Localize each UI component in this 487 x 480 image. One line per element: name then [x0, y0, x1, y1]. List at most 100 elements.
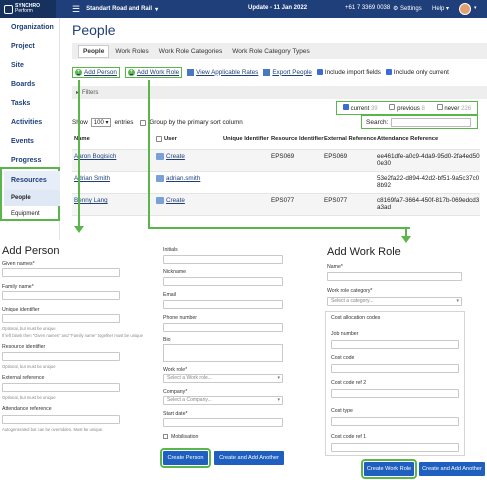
unique-identifier-input[interactable]: [2, 314, 120, 323]
group-by-checkbox[interactable]: [140, 119, 147, 126]
plus-icon: +: [75, 68, 82, 76]
filters-toggle[interactable]: ▸ Filters: [72, 86, 487, 99]
status-never-count: 226: [461, 106, 472, 112]
sidebar-item-activities[interactable]: Activities: [0, 113, 59, 132]
export-icon: [263, 68, 271, 76]
user-link[interactable]: adrian.smith: [166, 175, 200, 182]
add-person-label: Add Person: [84, 68, 117, 76]
initials-input[interactable]: [163, 255, 283, 264]
user-add-icon: [156, 197, 164, 204]
export-people-button[interactable]: Export People: [263, 68, 312, 76]
sidebar-item-organization[interactable]: Organization: [0, 18, 59, 37]
job-number-input[interactable]: [331, 340, 459, 349]
view-rates-button[interactable]: View Applicable Rates: [187, 68, 259, 76]
col-external[interactable]: External Reference: [324, 136, 377, 142]
project-chevron-icon[interactable]: ▾: [155, 6, 158, 13]
export-label: Export People: [272, 68, 312, 76]
resource-identifier-input[interactable]: [2, 352, 120, 361]
cost-code-ref2-input[interactable]: [331, 389, 459, 398]
given-names-input[interactable]: [2, 268, 120, 277]
initials-label: Initials: [163, 247, 178, 253]
cost-type-input[interactable]: [331, 417, 459, 426]
attendance-cell: 53e2fa22-d894-42d2-bf51-9a5c37c08b92: [377, 175, 480, 189]
family-name-input[interactable]: [2, 291, 120, 300]
attendance-reference-input[interactable]: [2, 415, 120, 424]
include-current-checkbox[interactable]: Include only current: [385, 69, 449, 76]
col-attendance[interactable]: Attendance Reference: [377, 136, 480, 142]
col-user[interactable]: User: [156, 135, 223, 142]
sidebar-sub-people[interactable]: People: [4, 190, 60, 206]
tab-work-role-categories[interactable]: Work Role Categories: [155, 46, 226, 57]
status-current-checkbox[interactable]: current 39: [342, 104, 378, 112]
role-create-another-button[interactable]: Create and Add Another: [419, 462, 485, 476]
add-person-button[interactable]: + Add Person: [72, 66, 120, 78]
add-work-role-button[interactable]: + Add Work Role: [124, 66, 183, 78]
work-role-select[interactable]: Select a Work role...: [163, 374, 283, 383]
status-previous-checkbox[interactable]: previous 8: [389, 104, 425, 112]
sidebar-item-boards[interactable]: Boards: [0, 75, 59, 94]
role-category-select[interactable]: Select a category...: [327, 297, 462, 306]
role-category-label: Work role category*: [327, 288, 373, 294]
sidebar-item-tasks[interactable]: Tasks: [0, 94, 59, 113]
update-notice[interactable]: Update - 11 Jan 2022: [248, 5, 307, 11]
person-create-another-button[interactable]: Create and Add Another: [214, 451, 284, 465]
view-rates-label: View Applicable Rates: [196, 68, 259, 76]
user-avatar[interactable]: [459, 3, 471, 15]
person-name-link[interactable]: Aaron Bogisich: [74, 153, 116, 160]
settings-link[interactable]: ⚙ Settings: [393, 5, 422, 12]
sidebar-item-resources[interactable]: Resources: [4, 171, 60, 190]
user-filter-checkbox[interactable]: [156, 135, 162, 142]
tab-work-roles[interactable]: Work Roles: [111, 46, 152, 57]
connector-person-vertical: [78, 80, 80, 227]
role-name-input[interactable]: [327, 272, 462, 281]
company-select[interactable]: Select a Company...: [163, 396, 283, 405]
include-import-checkbox[interactable]: Include import fields: [316, 69, 381, 76]
hamburger-icon[interactable]: ☰: [72, 4, 80, 15]
project-selector[interactable]: Standart Road and Rail: [86, 6, 152, 12]
create-person-button[interactable]: Create Person: [160, 448, 211, 468]
cost-code-ref1-input[interactable]: [331, 443, 459, 452]
resource-identifier-label: Resource identifier: [2, 344, 46, 350]
resource-cell: EPS069: [271, 153, 295, 160]
status-never-checkbox[interactable]: never 226: [436, 104, 472, 112]
attendance-cell: ee461dfe-a0c9-4da9-95d0-2fa4ed500e30: [377, 153, 480, 167]
sidebar-item-project[interactable]: Project: [0, 37, 59, 56]
tab-work-role-category-types[interactable]: Work Role Category Types: [228, 46, 313, 57]
table-row: Benny Lang Create EPS077 EPS077 c8169fa7…: [72, 194, 480, 216]
status-previous-label: previous: [397, 106, 420, 112]
col-unique[interactable]: Unique Identifier: [223, 136, 271, 142]
phone-input[interactable]: [163, 323, 283, 332]
family-name-label: Family name*: [2, 284, 34, 290]
create-work-role-button[interactable]: Create Work Role: [361, 459, 417, 479]
email-label: Email: [163, 292, 176, 298]
bio-textarea[interactable]: [163, 344, 283, 362]
user-link[interactable]: Create: [166, 153, 185, 160]
sidebar-sub-equipment[interactable]: Equipment: [4, 206, 60, 222]
col-resource[interactable]: Resource Identifier: [271, 136, 324, 142]
user-link[interactable]: Create: [166, 197, 185, 204]
start-date-input[interactable]: [163, 418, 283, 427]
email-input[interactable]: [163, 300, 283, 309]
avatar-chevron-icon[interactable]: ▾: [474, 5, 477, 11]
sidebar-item-site[interactable]: Site: [0, 56, 59, 75]
mobilisation-checkbox[interactable]: [163, 434, 168, 439]
tab-people[interactable]: People: [78, 44, 110, 58]
help-label: Help: [432, 6, 445, 12]
cost-codes-label: Cost allocation codes: [331, 315, 381, 321]
plus-icon: +: [127, 68, 135, 76]
cost-code-input[interactable]: [331, 364, 459, 373]
sidebar-item-events[interactable]: Events: [0, 132, 59, 151]
attendance-help: Autogenerated but can be overridden. Mus…: [2, 427, 104, 432]
external-reference-input[interactable]: [2, 383, 120, 392]
search-input[interactable]: [391, 117, 472, 127]
settings-label: Settings: [400, 6, 422, 12]
help-menu[interactable]: Help ▾: [432, 5, 449, 12]
col-name[interactable]: Name: [72, 136, 156, 142]
synchro-logo[interactable]: SYNCHRO Perform: [0, 0, 56, 18]
action-bar: + Add Person + Add Work Role View Applicab…: [72, 64, 487, 80]
bio-label: Bio: [163, 337, 171, 343]
given-names-label: Given names*: [2, 261, 35, 267]
external-reference-label: External reference: [2, 375, 45, 381]
entries-select[interactable]: 100 ▾: [90, 118, 112, 127]
nickname-input[interactable]: [163, 277, 283, 286]
